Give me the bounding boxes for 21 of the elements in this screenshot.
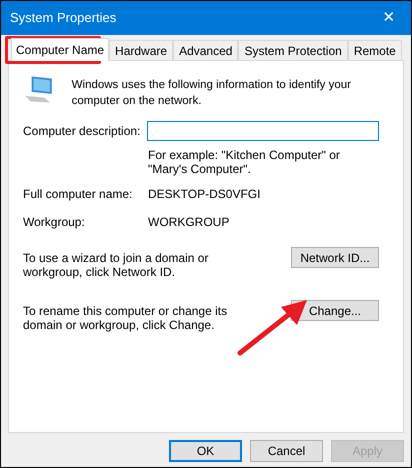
close-button[interactable]: ✕ xyxy=(367,1,411,35)
action-button[interactable]: Network ID... xyxy=(291,247,379,268)
field-value: DESKTOP-DS0VFGI xyxy=(148,186,260,203)
field-label: Full computer name: xyxy=(23,186,134,203)
tab[interactable]: Hardware xyxy=(109,40,174,60)
tab[interactable]: Computer Name xyxy=(11,38,110,61)
dialog-button[interactable]: Cancel xyxy=(250,440,323,462)
intro-text: Windows uses the following information to identify your computer on the network. xyxy=(72,78,352,109)
field-label: Workgroup: xyxy=(23,214,86,231)
description-field[interactable] xyxy=(147,121,379,141)
field-label: Computer description: xyxy=(23,123,142,140)
field-value: WORKGROUP xyxy=(148,214,230,231)
instruction-text: To rename this computer or change its domain or workgroup, click Change. xyxy=(23,304,228,332)
tab[interactable]: System Protection xyxy=(238,40,348,60)
instruction-text: To use a wizard to join a domain or workgroup, click Network ID. xyxy=(23,251,210,279)
tab[interactable]: Advanced xyxy=(173,40,238,60)
example-text: For example: "Kitchen Computer" or "Mary's Computer". xyxy=(148,148,341,176)
window-title: System Properties xyxy=(10,9,116,28)
tab[interactable]: Remote xyxy=(348,40,402,60)
arrow xyxy=(237,298,309,356)
dialog-button[interactable]: OK xyxy=(169,440,242,462)
